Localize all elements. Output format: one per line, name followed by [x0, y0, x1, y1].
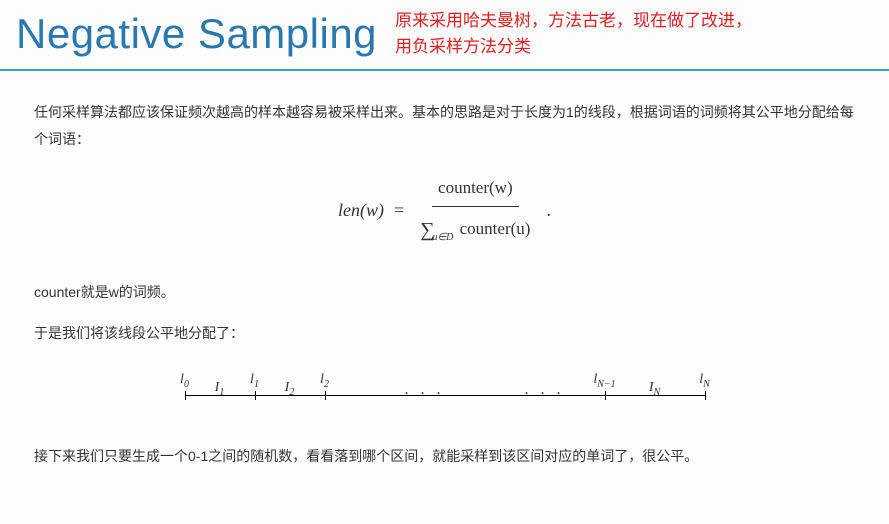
label-l1: l1 — [250, 367, 259, 394]
formula-numerator: counter(w) — [432, 170, 519, 207]
ellipsis-2: . . . — [525, 375, 565, 405]
slide-body: 任何采样算法都应该保证频次越高的样本越容易被采样出来。基本的思路是对于长度为1的… — [0, 71, 889, 469]
page-title: Negative Sampling — [16, 10, 377, 58]
annotation-line-2: 用负采样方法分类 — [395, 34, 752, 60]
paragraph-4: 接下来我们只要生成一个0-1之间的随机数，看看落到哪个区间，就能采样到该区间对应… — [34, 443, 855, 470]
paragraph-3: 于是我们将该线段公平地分配了： — [34, 320, 855, 347]
header-annotation: 原来采用哈夫曼树，方法古老，现在做了改进， 用负采样方法分类 — [395, 8, 752, 59]
formula-lhs: len(w) — [338, 193, 384, 227]
label-lNm1: lN−1 — [593, 367, 615, 394]
paragraph-1: 任何采样算法都应该保证频次越高的样本越容易被采样出来。基本的思路是对于长度为1的… — [34, 99, 855, 152]
label-I1: I1 — [215, 375, 225, 402]
paragraph-2: counter就是w的词频。 — [34, 279, 855, 306]
annotation-line-1: 原来采用哈夫曼树，方法古老，现在做了改进， — [395, 8, 752, 34]
ellipsis-1: . . . — [405, 375, 445, 405]
formula-block: len(w) = counter(w) ∑u∈D counter(u) . — [34, 170, 855, 249]
label-IN: IN — [649, 375, 660, 402]
label-l2: l2 — [320, 367, 329, 394]
formula-eq: = — [394, 193, 404, 227]
segment-diagram: l0 I1 l1 I2 l2 . . . . . . lN−1 IN lN — [34, 365, 855, 413]
label-lN: lN — [699, 367, 710, 394]
formula-denominator: ∑u∈D counter(u) — [414, 207, 536, 249]
denom-term: counter(u) — [460, 219, 531, 238]
slide-header: Negative Sampling 原来采用哈夫曼树，方法古老，现在做了改进， … — [0, 0, 889, 71]
formula-fraction: counter(w) ∑u∈D counter(u) — [414, 170, 536, 249]
label-I2: I2 — [285, 375, 295, 402]
formula-dot: . — [546, 193, 551, 227]
label-l0: l0 — [180, 367, 189, 394]
segment-axis — [185, 395, 705, 396]
sum-subscript: u∈D — [432, 232, 453, 243]
